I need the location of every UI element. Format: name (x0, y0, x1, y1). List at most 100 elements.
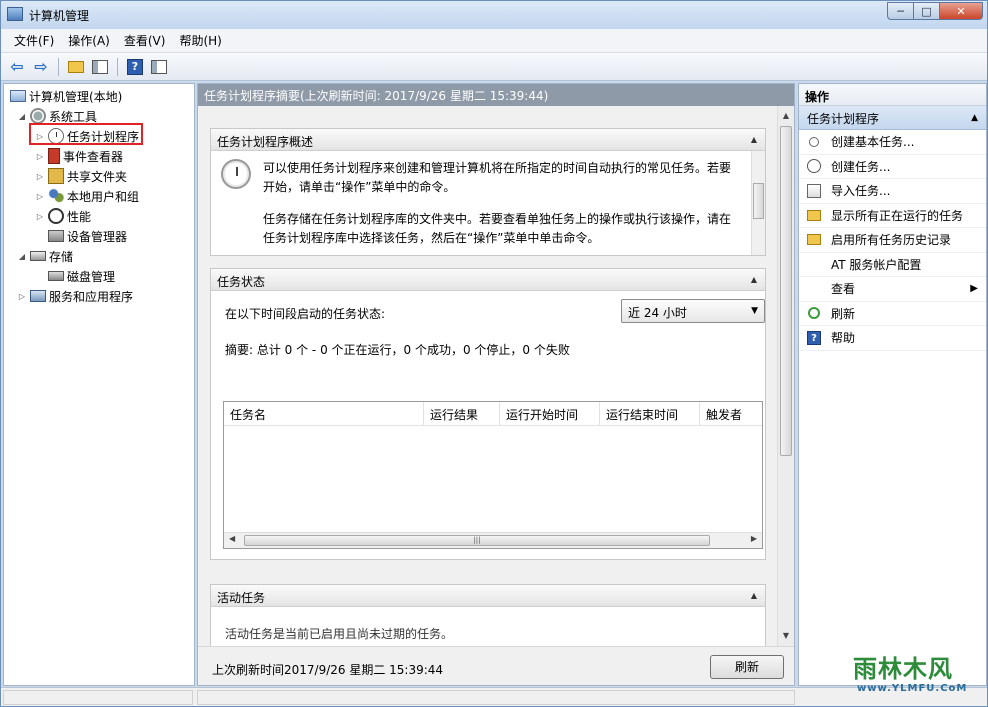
show-hide-tree-button[interactable] (90, 57, 110, 77)
center-vertical-scrollbar[interactable]: ▲ ▼ (777, 106, 794, 646)
action-show-running-tasks[interactable]: 显示所有正在运行的任务 (799, 204, 986, 228)
refresh-icon (808, 307, 820, 320)
scroll-thumb[interactable] (780, 126, 792, 456)
site-watermark-logo: 雨林木风 www.YLMFU.CoM (849, 641, 983, 703)
tree-label: 系统工具 (49, 109, 98, 124)
tree-item-device-manager[interactable]: 设备管理器 (46, 226, 127, 246)
help-icon: ? (127, 58, 143, 75)
users-icon (48, 188, 64, 204)
collapse-icon[interactable]: ▲ (751, 135, 757, 144)
tree-label: 服务和应用程序 (49, 289, 134, 304)
up-folder-button[interactable] (66, 57, 86, 77)
task-icon (807, 159, 821, 174)
tree-item-local-users[interactable]: ▷ 本地用户和组 (34, 186, 139, 206)
overview-section-header[interactable]: 任务计划程序概述 ▲ (211, 129, 765, 151)
scroll-up-icon[interactable]: ▲ (778, 108, 794, 124)
collapse-icon[interactable]: ▲ (971, 113, 978, 123)
maximize-button[interactable]: □ (913, 2, 939, 20)
task-status-section-header[interactable]: 任务状态 ▲ (211, 269, 765, 291)
column-header[interactable]: 运行开始时间 (500, 402, 600, 426)
tree-item-root[interactable]: 计算机管理(本地) (8, 86, 122, 106)
column-header[interactable]: 运行结果 (424, 402, 500, 426)
close-button[interactable]: ✕ (939, 2, 983, 20)
action-view[interactable]: 查看 ▶ (799, 277, 986, 302)
scroll-right-icon[interactable]: ▶ (751, 534, 757, 543)
scroll-thumb[interactable] (753, 183, 764, 219)
menu-action[interactable]: 操作(A) (61, 32, 117, 49)
minimize-button[interactable]: ─ (887, 2, 913, 20)
column-header[interactable]: 运行结束时间 (600, 402, 700, 426)
highlight-annotation (29, 123, 143, 145)
tree-item-storage[interactable]: ◢ 存储 (16, 246, 73, 266)
action-at-service-config[interactable]: AT 服务帐户配置 (799, 253, 986, 277)
tree-item-services-apps[interactable]: ▷ 服务和应用程序 (16, 286, 133, 306)
disk-icon (48, 271, 64, 281)
action-label: 帮助 (831, 331, 856, 346)
action-create-basic-task[interactable]: 创建基本任务... (799, 130, 986, 155)
last-refresh-text: 上次刷新时间2017/9/26 星期二 15:39:44 (212, 663, 444, 677)
action-refresh[interactable]: 刷新 (799, 302, 986, 326)
active-tasks-section: 活动任务 ▲ 活动任务是当前已启用且尚未过期的任务。 (210, 584, 766, 646)
forward-button[interactable]: ⇨ (31, 57, 51, 77)
refresh-button[interactable]: 刷新 (710, 655, 784, 679)
period-select[interactable]: 近 24 小时 ▼ (621, 299, 765, 323)
action-pane: 操作 任务计划程序 ▲ 创建基本任务... 创建任务... 导入任务... 显示… (798, 83, 987, 686)
scroll-left-icon[interactable]: ◀ (229, 534, 235, 543)
scroll-thumb[interactable]: ||| (244, 535, 710, 546)
action-pane-icon (151, 59, 167, 74)
action-label: 创建任务... (831, 159, 891, 174)
task-table: 任务名 运行结果 运行开始时间 运行结束时间 触发者 ◀ ||| ▶ (223, 401, 763, 549)
overview-body: 可以使用任务计划程序来创建和管理计算机将在所指定的时间自动执行的常见任务。若要 … (211, 151, 765, 255)
action-import-task[interactable]: 导入任务... (799, 179, 986, 204)
menu-help[interactable]: 帮助(H) (172, 32, 228, 49)
action-enable-history[interactable]: 启用所有任务历史记录 (799, 228, 986, 253)
tree-item-performance[interactable]: ▷ 性能 (34, 206, 91, 226)
column-header[interactable]: 任务名 (224, 402, 424, 426)
table-horizontal-scrollbar[interactable]: ◀ ||| ▶ (224, 532, 762, 548)
scroll-down-icon[interactable]: ▼ (778, 628, 794, 644)
action-group-task-scheduler[interactable]: 任务计划程序 ▲ (799, 106, 986, 130)
collapsed-icon[interactable]: ▷ (34, 172, 46, 181)
action-group-label: 任务计划程序 (807, 112, 880, 126)
tree-item-disk-management[interactable]: 磁盘管理 (46, 266, 115, 286)
action-label: 启用所有任务历史记录 (831, 233, 952, 248)
tree-label: 性能 (67, 209, 92, 224)
status-summary: 摘要: 总计 0 个 - 0 个正在运行，0 个成功，0 个停止，0 个失败 (225, 343, 570, 357)
collapse-icon[interactable]: ▲ (751, 275, 757, 284)
action-help[interactable]: ? 帮助 (799, 326, 986, 351)
overview-text-line: 可以使用任务计划程序来创建和管理计算机将在所指定的时间自动执行的常见任务。若要 (263, 161, 732, 175)
show-action-pane-button[interactable] (149, 57, 169, 77)
tree-item-event-viewer[interactable]: ▷ 事件查看器 (34, 146, 123, 166)
expanded-icon[interactable]: ◢ (16, 252, 28, 261)
overview-scrollbar[interactable] (751, 151, 765, 255)
overview-text-line: 开始，请单击“操作”菜单中的命令。 (263, 180, 456, 194)
expanded-icon[interactable]: ◢ (16, 112, 28, 121)
section-title: 任务计划程序概述 (217, 135, 314, 149)
summary-header: 任务计划程序摘要(上次刷新时间: 2017/9/26 星期二 15:39:44) (198, 84, 794, 106)
performance-icon (48, 208, 64, 224)
forward-arrow-icon: ⇨ (34, 57, 48, 76)
device-manager-icon (48, 230, 64, 242)
collapsed-icon[interactable]: ▷ (34, 152, 46, 161)
tree-item-shared-folders[interactable]: ▷ 共享文件夹 (34, 166, 127, 186)
action-label: 刷新 (831, 306, 856, 321)
collapsed-icon[interactable]: ▷ (34, 192, 46, 201)
back-button[interactable]: ⇦ (7, 57, 27, 77)
column-header[interactable]: 触发者 (700, 402, 762, 426)
menu-file[interactable]: 文件(F) (7, 32, 61, 49)
menu-view[interactable]: 查看(V) (117, 32, 173, 49)
collapsed-icon[interactable]: ▷ (34, 212, 46, 221)
summary-scroll-area: 任务计划程序概述 ▲ 可以使用任务计划程序来创建和管理计算机将在所指定的时间自动… (198, 106, 794, 646)
section-title: 任务状态 (217, 275, 266, 289)
active-tasks-section-header[interactable]: 活动任务 ▲ (211, 585, 765, 607)
tree-label: 本地用户和组 (67, 189, 140, 204)
basic-task-icon (809, 136, 819, 147)
collapse-icon[interactable]: ▲ (751, 591, 757, 600)
active-tasks-description: 活动任务是当前已启用且尚未过期的任务。 (225, 627, 454, 641)
action-create-task[interactable]: 创建任务... (799, 155, 986, 179)
active-tasks-body: 活动任务是当前已启用且尚未过期的任务。 (211, 607, 765, 646)
collapsed-icon[interactable]: ▷ (16, 292, 28, 301)
dropdown-arrow-icon: ▼ (751, 306, 758, 316)
help-button[interactable]: ? (125, 57, 145, 77)
title-bar[interactable]: 计算机管理 ─ □ ✕ (1, 1, 987, 29)
